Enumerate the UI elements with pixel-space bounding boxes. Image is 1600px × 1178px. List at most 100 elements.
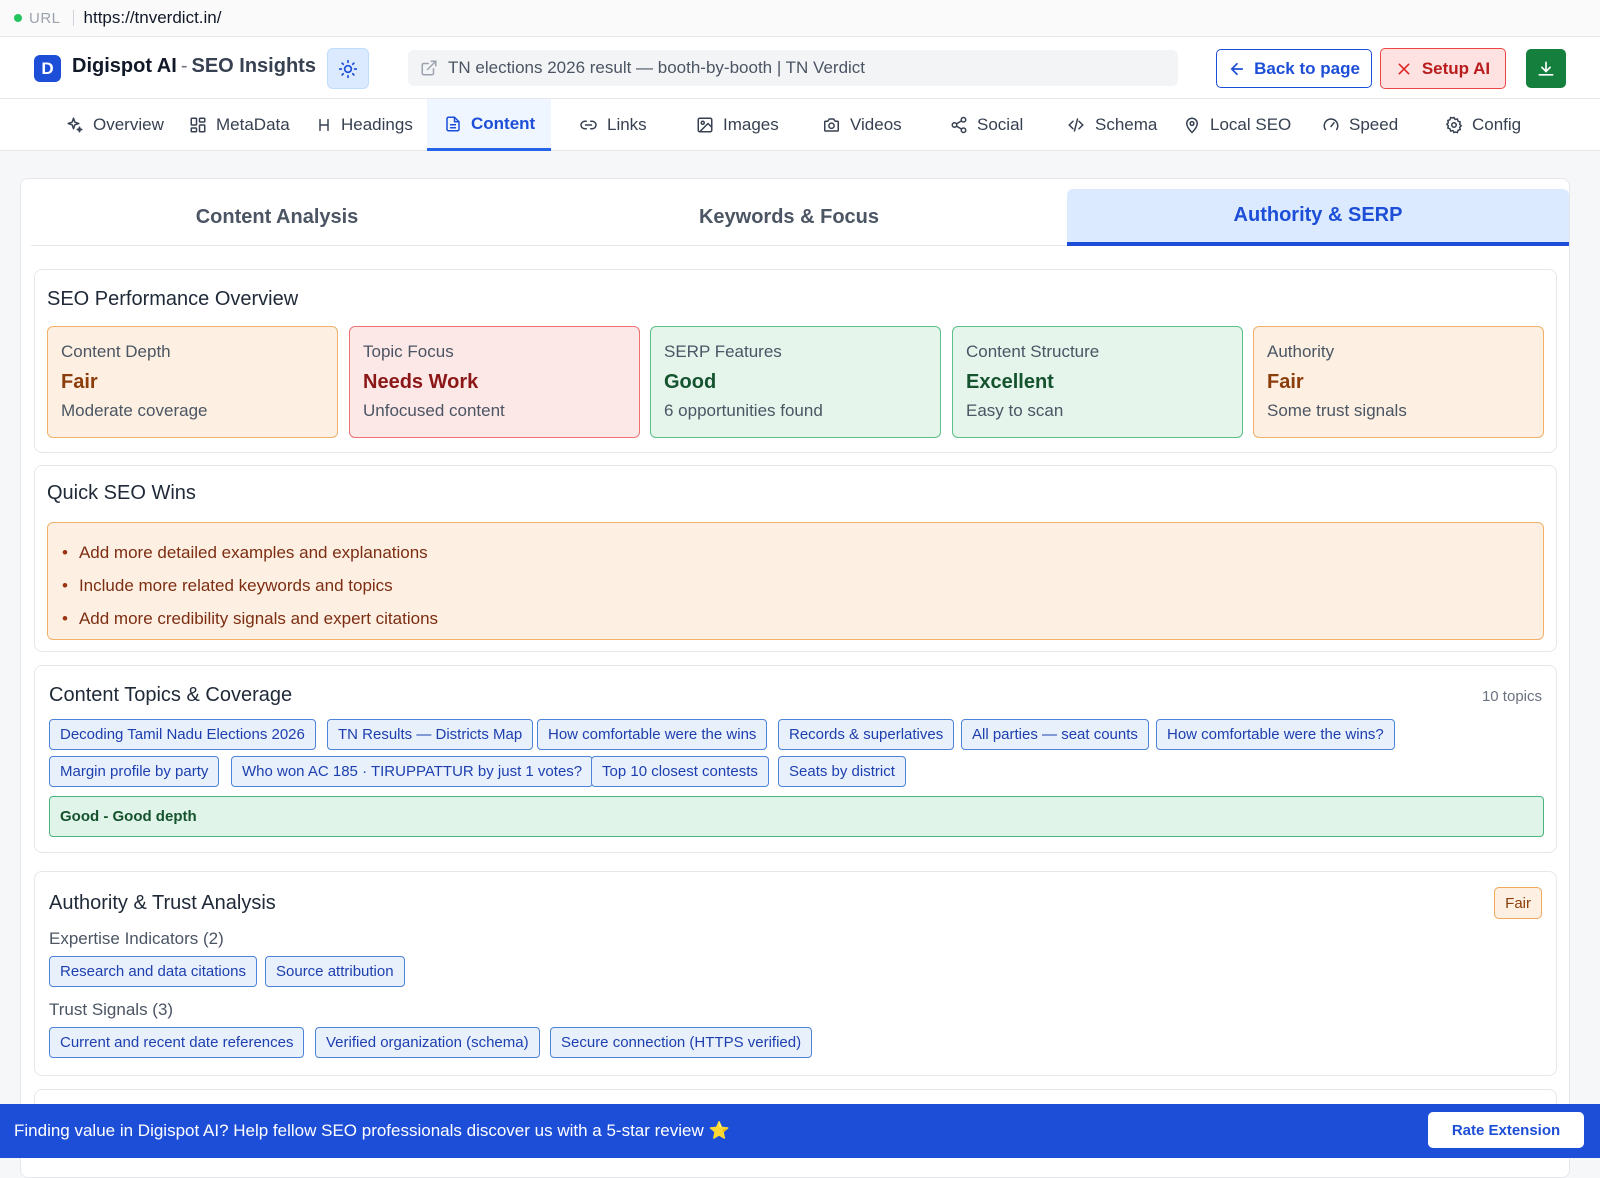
- metric-content-structure: Content Structure Excellent Easy to scan: [952, 326, 1243, 438]
- download-button[interactable]: [1526, 49, 1566, 88]
- page-title-link[interactable]: TN elections 2026 result — booth-by-boot…: [408, 50, 1178, 86]
- authority-card: Authority & Trust Analysis Fair Expertis…: [34, 871, 1557, 1076]
- content-panel: Content Analysis Keywords & Focus Author…: [20, 178, 1570, 1178]
- metric-serp-features: SERP Features Good 6 opportunities found: [650, 326, 941, 438]
- tab-local-seo[interactable]: Local SEO: [1183, 99, 1291, 151]
- url-divider: [72, 10, 74, 26]
- topic-chip: Records & superlatives: [778, 719, 955, 750]
- tab-headings[interactable]: Headings: [316, 99, 413, 151]
- code-icon: [1068, 118, 1084, 132]
- close-icon: [1398, 63, 1410, 74]
- metric-value: Good: [664, 371, 717, 393]
- tab-metadata[interactable]: MetaData: [189, 99, 290, 151]
- setup-ai-button[interactable]: Setup AI: [1380, 48, 1506, 89]
- topic-chip: TN Results — Districts Map: [327, 719, 534, 750]
- theme-toggle-button[interactable]: [327, 48, 369, 89]
- status-dot: [14, 14, 22, 22]
- image-icon: [697, 117, 713, 133]
- content-subtabs: Content Analysis Keywords & Focus Author…: [31, 189, 1569, 246]
- download-icon: [1538, 61, 1554, 76]
- topic-chip: Who won AC 185 · TIRUPPATTUR by just 1 v…: [231, 756, 594, 787]
- topic-chip: Seats by district: [778, 756, 906, 787]
- grid-icon: [190, 117, 206, 133]
- document-icon: [446, 116, 460, 131]
- tab-config[interactable]: Config: [1445, 99, 1521, 151]
- metric-desc: Some trust signals: [1267, 401, 1407, 420]
- tab-videos[interactable]: Videos: [822, 99, 902, 151]
- app-header: D Digispot AI - SEO Insights TN elections …: [0, 37, 1600, 99]
- tab-label: Overview: [93, 115, 164, 134]
- external-link-icon: [421, 60, 437, 76]
- heading-icon: [319, 118, 329, 132]
- back-to-page-button[interactable]: Back to page: [1216, 49, 1372, 88]
- tab-links[interactable]: Links: [579, 99, 647, 151]
- tab-label: Local SEO: [1210, 115, 1292, 134]
- page-title: TN elections 2026 result — booth-by-boot…: [448, 58, 866, 77]
- section-title: Authority & Trust Analysis: [49, 892, 276, 914]
- gauge-icon: [1323, 118, 1339, 131]
- expertise-chip: Research and data citations: [49, 956, 257, 987]
- quick-wins-card: Quick SEO Wins Add more detailed example…: [34, 465, 1557, 652]
- app-logo: D: [34, 55, 61, 82]
- metric-content-depth: Content Depth Fair Moderate coverage: [47, 326, 338, 438]
- quick-wins-list: Add more detailed examples and explanati…: [47, 522, 1544, 640]
- section-title: SEO Performance Overview: [47, 288, 299, 310]
- subtab-content-analysis[interactable]: Content Analysis: [31, 189, 523, 246]
- trust-label: Trust Signals (3): [49, 1000, 174, 1019]
- metric-desc: Moderate coverage: [61, 401, 208, 420]
- depth-status: Good - Good depth: [49, 796, 1544, 837]
- metric-value: Fair: [61, 371, 98, 393]
- tab-images[interactable]: Images: [696, 99, 779, 151]
- url-text[interactable]: https://tnverdict.in/: [84, 8, 222, 28]
- setup-ai-label: Setup AI: [1421, 58, 1491, 78]
- expertise-label: Expertise Indicators (2): [49, 929, 224, 948]
- tab-content[interactable]: Content: [427, 99, 551, 151]
- sparkle-icon: [67, 117, 83, 133]
- metric-label: Content Structure: [966, 342, 1100, 361]
- list-item: Add more credibility signals and expert …: [62, 602, 1529, 635]
- topics-card: Content Topics & Coverage 10 topics Deco…: [34, 665, 1557, 853]
- topic-chip: Top 10 closest contests: [591, 756, 769, 787]
- subtab-authority-serp[interactable]: Authority & SERP: [1067, 189, 1569, 246]
- tab-label: Social: [977, 115, 1024, 134]
- section-title: Content Topics & Coverage: [49, 684, 293, 706]
- tab-label: MetaData: [216, 115, 290, 134]
- tab-speed[interactable]: Speed: [1322, 99, 1398, 151]
- tab-overview[interactable]: Overview: [66, 99, 164, 151]
- metric-desc: Unfocused content: [363, 401, 505, 420]
- tab-label: Config: [1472, 115, 1522, 134]
- topic-chip: How comfortable were the wins: [537, 719, 768, 750]
- arrow-left-icon: [1230, 62, 1244, 75]
- trust-chip: Current and recent date references: [49, 1027, 305, 1058]
- main-tabs: Overview MetaData Headings Content Links…: [0, 99, 1600, 151]
- tab-label: Headings: [341, 115, 413, 134]
- metric-label: SERP Features: [664, 342, 782, 361]
- metric-label: Authority: [1267, 342, 1335, 361]
- tab-label: Content: [471, 113, 536, 133]
- metric-desc: Easy to scan: [966, 401, 1064, 420]
- metric-label: Content Depth: [61, 342, 171, 361]
- tab-schema[interactable]: Schema: [1066, 99, 1157, 151]
- tab-label: Schema: [1095, 115, 1158, 134]
- topic-chip: All parties — seat counts: [961, 719, 1149, 750]
- brand-separator: -: [180, 55, 188, 77]
- topic-chip: Margin profile by party: [49, 756, 220, 787]
- metric-value: Excellent: [966, 371, 1054, 393]
- topic-chip: How comfortable were the wins?: [1156, 719, 1395, 750]
- gear-icon: [1445, 116, 1463, 134]
- tab-label: Videos: [850, 115, 902, 134]
- sun-icon: [338, 59, 358, 78]
- subtab-keywords-focus[interactable]: Keywords & Focus: [543, 189, 1035, 246]
- tab-social[interactable]: Social: [950, 99, 1023, 151]
- url-bar: URL https://tnverdict.in/: [0, 0, 1600, 37]
- metric-value: Needs Work: [363, 371, 479, 393]
- metric-authority: Authority Fair Some trust signals: [1253, 326, 1544, 438]
- metric-value: Fair: [1267, 371, 1304, 393]
- url-label: URL: [29, 9, 61, 27]
- trust-chip: Verified organization (schema): [315, 1027, 540, 1058]
- topic-chip: Decoding Tamil Nadu Elections 2026: [49, 719, 316, 750]
- rate-extension-button[interactable]: Rate Extension: [1428, 1112, 1584, 1148]
- list-item: Include more related keywords and topics: [62, 569, 1529, 602]
- topics-count: 10 topics: [1481, 688, 1542, 705]
- app-brand: Digispot AI - SEO Insights: [72, 55, 316, 78]
